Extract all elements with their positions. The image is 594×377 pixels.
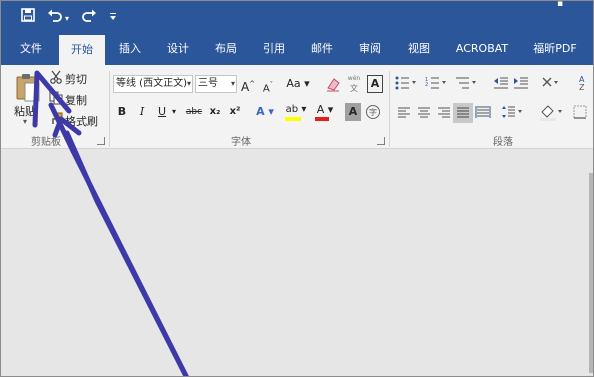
font-name-select[interactable]: 等线 (西文正文) ▾	[113, 75, 193, 93]
chevron-down-icon: ▾	[230, 79, 235, 88]
grow-font-button[interactable]: A^	[241, 75, 255, 94]
align-center-icon[interactable]	[417, 107, 431, 122]
justify-icon[interactable]	[453, 103, 473, 123]
ribbon-home: 粘贴 ▾ 剪切 复制 格式刷 剪贴板 等线 (西文正文) ▾ 三号 ▾ A^ Aˇ …	[1, 65, 593, 149]
paste-dropdown-icon[interactable]: ▾	[23, 117, 27, 126]
copy-icon[interactable]	[49, 91, 63, 108]
font-color-button[interactable]: A ▾	[313, 101, 337, 121]
svg-text:Z: Z	[579, 83, 585, 91]
font-size-value: 三号	[198, 78, 218, 89]
scissors-icon[interactable]	[49, 70, 63, 87]
undo-icon[interactable]	[47, 8, 63, 27]
cut-label[interactable]: 剪切	[65, 71, 87, 87]
change-case-button[interactable]: Aa ▾	[285, 75, 311, 93]
distributed-icon[interactable]	[475, 105, 491, 122]
tab-insert[interactable]: 插入	[111, 35, 149, 65]
tab-view[interactable]: 视图	[399, 35, 439, 65]
tab-foxit-pdf[interactable]: 福昕PDF	[525, 35, 585, 65]
sort-icon[interactable]: AZ	[577, 73, 593, 94]
tab-layout[interactable]: 布局	[207, 35, 245, 65]
decrease-indent-icon[interactable]	[493, 76, 509, 93]
align-right-icon[interactable]	[437, 107, 451, 122]
font-name-value: 等线 (西文正文)	[116, 78, 187, 89]
tab-file[interactable]: 文件	[9, 35, 53, 65]
chevron-down-icon[interactable]	[109, 10, 117, 28]
chevron-down-icon: ▾	[186, 79, 191, 88]
tab-acrobat[interactable]: ACROBAT	[449, 35, 515, 65]
increase-indent-icon[interactable]	[513, 76, 529, 93]
tab-mailings[interactable]: 邮件	[303, 35, 341, 65]
clipboard-group-label: 剪贴板	[31, 137, 61, 148]
font-group-label: 字体	[231, 137, 251, 148]
ribbon-tabs: 文件 开始 插入 设计 布局 引用 邮件 审阅 视图 ACROBAT 福昕PDF	[1, 35, 593, 65]
paragraph-group-label: 段落	[493, 137, 513, 148]
save-icon[interactable]	[21, 8, 35, 27]
title-bar-fragment-icon: ▪	[557, 0, 564, 9]
clipboard-launcher-icon[interactable]	[97, 137, 105, 145]
enclose-characters-icon[interactable]: 字	[365, 104, 381, 123]
format-painter-icon[interactable]	[49, 112, 63, 129]
multilevel-list-icon[interactable]	[455, 76, 479, 93]
paragraph-shading-icon[interactable]	[539, 103, 565, 124]
copy-label[interactable]: 复制	[65, 92, 87, 108]
group-divider	[389, 71, 390, 147]
align-left-icon[interactable]	[397, 107, 411, 122]
text-effects-button[interactable]: A ▾	[253, 103, 277, 121]
character-shading-button[interactable]: A	[345, 103, 361, 121]
clear-formatting-icon[interactable]	[325, 76, 341, 95]
undo-dropdown-icon[interactable]: ▾	[65, 10, 69, 28]
svg-text:2: 2	[425, 82, 428, 88]
italic-button[interactable]: I	[135, 103, 149, 121]
tab-references[interactable]: 引用	[255, 35, 293, 65]
subscript-button[interactable]: x₂	[207, 103, 223, 121]
tab-design[interactable]: 设计	[159, 35, 197, 65]
superscript-button[interactable]: x²	[227, 103, 243, 121]
svg-text:字: 字	[369, 107, 377, 117]
phonetic-guide-button[interactable]: wén 文	[346, 74, 362, 93]
character-border-button[interactable]: A	[367, 75, 383, 93]
quick-access-toolbar: ▾ ▪	[1, 1, 593, 35]
line-spacing-icon[interactable]	[501, 105, 525, 122]
format-painter-label[interactable]: 格式刷	[65, 113, 98, 129]
underline-button[interactable]: U	[155, 103, 169, 121]
strikethrough-button[interactable]: abc	[183, 103, 205, 121]
document-canvas[interactable]	[1, 149, 593, 376]
borders-icon[interactable]	[573, 105, 589, 122]
chevron-down-icon[interactable]: ▾	[169, 103, 179, 121]
redo-icon[interactable]	[81, 8, 97, 27]
shrink-font-button[interactable]: Aˇ	[261, 76, 275, 94]
tab-home[interactable]: 开始	[59, 35, 105, 65]
chinese-layout-icon[interactable]	[541, 76, 565, 93]
clipboard-paste-icon[interactable]	[15, 73, 41, 106]
bold-button[interactable]: B	[115, 103, 129, 121]
highlight-button[interactable]: ab ▾	[283, 101, 309, 121]
bullets-icon[interactable]	[395, 76, 419, 93]
group-divider	[109, 71, 110, 147]
numbering-icon[interactable]: 12	[425, 76, 449, 93]
tab-review[interactable]: 审阅	[351, 35, 389, 65]
vertical-scrollbar[interactable]	[589, 173, 593, 373]
font-size-select[interactable]: 三号 ▾	[195, 75, 237, 93]
word-window: ▾ ▪ 文件 开始 插入 设计 布局 引用 邮件 审阅 视图 ACROBAT 福…	[0, 0, 594, 377]
font-launcher-icon[interactable]	[377, 137, 385, 145]
